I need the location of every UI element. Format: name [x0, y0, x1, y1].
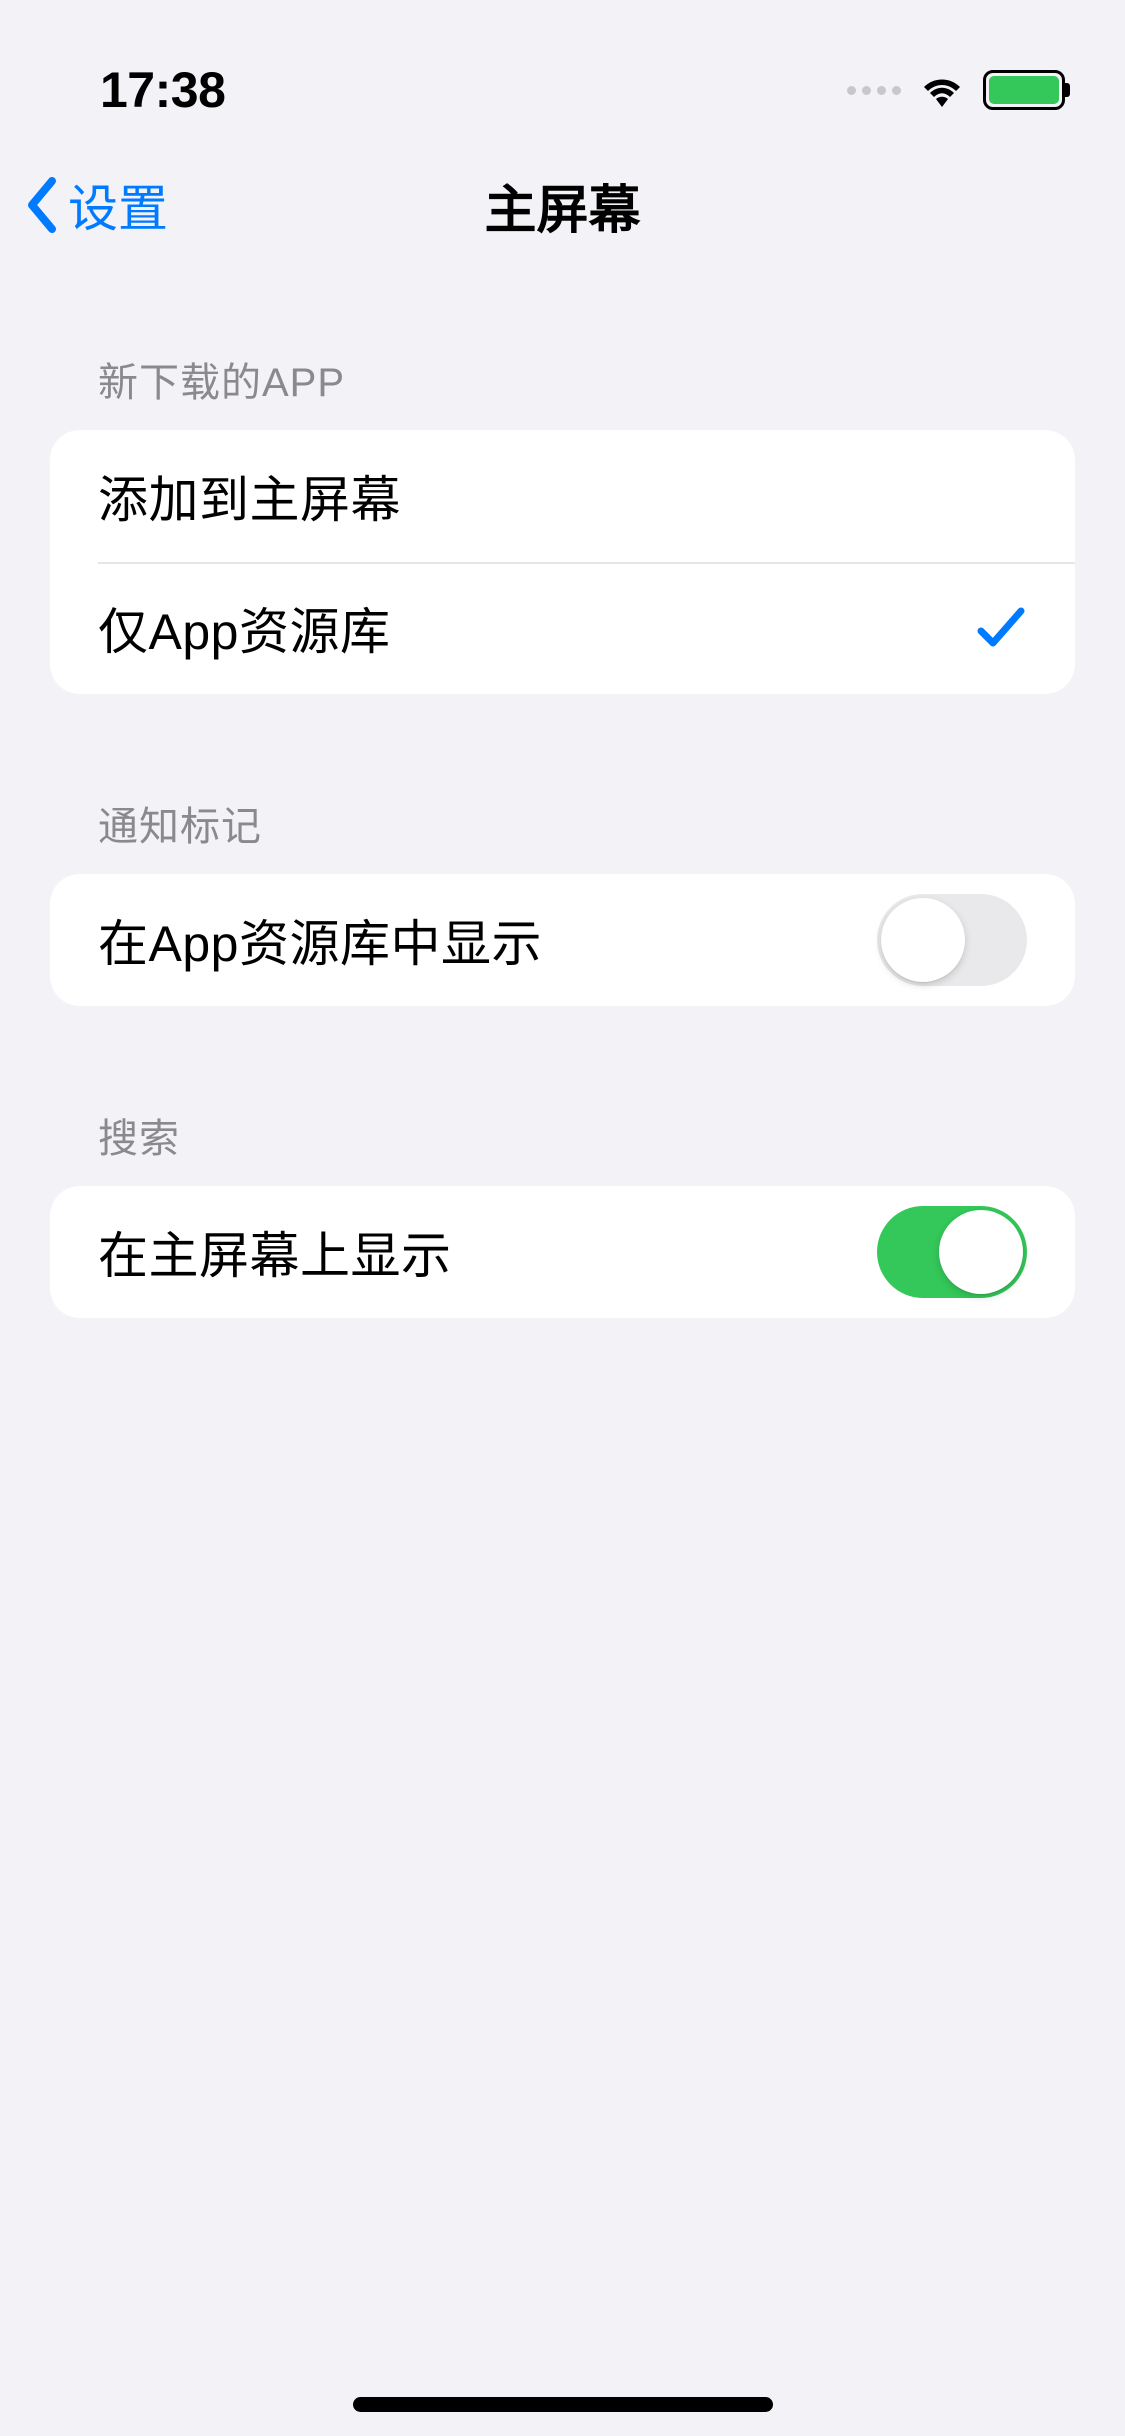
status-bar: 17:38	[0, 0, 1125, 140]
section-header-new-apps: 新下载的APP	[50, 350, 1075, 430]
option-add-to-home[interactable]: 添加到主屏幕	[50, 430, 1075, 562]
home-indicator[interactable]	[353, 2397, 773, 2412]
chevron-left-icon	[24, 175, 60, 235]
row-show-in-app-library: 在App资源库中显示	[50, 874, 1075, 1006]
group-notification-badges: 在App资源库中显示	[50, 874, 1075, 1006]
group-search: 在主屏幕上显示	[50, 1186, 1075, 1318]
option-label: 仅App资源库	[98, 592, 390, 664]
status-right	[847, 70, 1065, 110]
nav-bar: 设置 主屏幕	[0, 140, 1125, 270]
back-button[interactable]: 设置	[24, 169, 168, 241]
checkmark-icon	[975, 603, 1027, 653]
status-time: 17:38	[100, 61, 225, 119]
back-label: 设置	[68, 169, 168, 241]
toggle-show-in-app-library[interactable]	[877, 894, 1027, 986]
option-label: 添加到主屏幕	[98, 460, 401, 532]
section-notification-badges: 通知标记 在App资源库中显示	[0, 794, 1125, 1006]
cellular-signal-icon	[847, 86, 901, 95]
option-app-library-only[interactable]: 仅App资源库	[50, 562, 1075, 694]
section-header-notification-badges: 通知标记	[50, 794, 1075, 874]
row-label: 在主屏幕上显示	[98, 1216, 452, 1288]
row-show-on-home: 在主屏幕上显示	[50, 1186, 1075, 1318]
section-new-apps: 新下载的APP 添加到主屏幕 仅App资源库	[0, 350, 1125, 694]
section-header-search: 搜索	[50, 1106, 1075, 1186]
row-label: 在App资源库中显示	[98, 904, 542, 976]
page-title: 主屏幕	[20, 168, 1105, 243]
section-search: 搜索 在主屏幕上显示	[0, 1106, 1125, 1318]
wifi-icon	[917, 71, 967, 109]
battery-icon	[983, 70, 1065, 110]
toggle-show-on-home[interactable]	[877, 1206, 1027, 1298]
group-new-apps: 添加到主屏幕 仅App资源库	[50, 430, 1075, 694]
